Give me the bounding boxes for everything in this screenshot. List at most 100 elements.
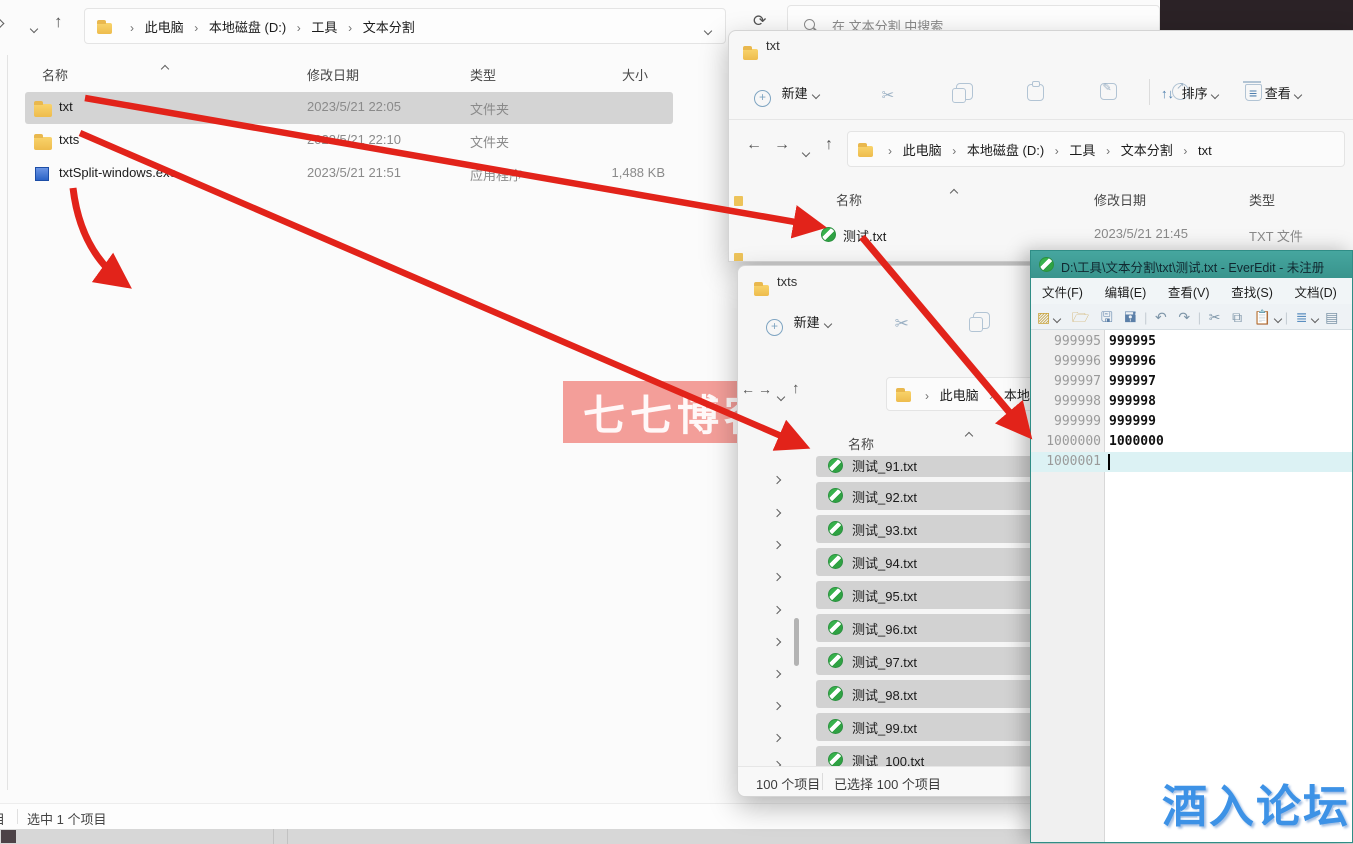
- column-header-date[interactable]: 修改日期: [307, 65, 359, 84]
- breadcrumb-item[interactable]: 此电脑: [903, 143, 942, 158]
- navpane-divider[interactable]: [7, 55, 8, 790]
- window-tab-title[interactable]: txts: [777, 274, 797, 289]
- taskbar-app-icon[interactable]: [1, 830, 16, 843]
- file-row[interactable]: txt 2023/5/21 22:05 文件夹: [25, 92, 673, 124]
- menu-view[interactable]: 查看(V): [1159, 278, 1219, 305]
- column-header-date[interactable]: 修改日期: [1094, 190, 1146, 209]
- history-chevron-icon[interactable]: [31, 20, 37, 35]
- save-all-icon[interactable]: 🖬: [1124, 309, 1136, 325]
- breadcrumb-item[interactable]: 本地磁盘 (D:): [967, 143, 1044, 158]
- forward-icon[interactable]: →: [758, 381, 772, 397]
- column-header-type[interactable]: 类型: [1249, 190, 1275, 209]
- undo-icon[interactable]: ↶: [1155, 309, 1167, 325]
- column-header-name[interactable]: 名称: [836, 190, 862, 209]
- tree-expander-icon[interactable]: [774, 729, 780, 744]
- column-header-name[interactable]: 名称: [42, 65, 68, 84]
- everedit-titlebar[interactable]: D:\工具\文本分割\txt\测试.txt - EverEdit - 未注册: [1031, 251, 1353, 278]
- cut-icon[interactable]: ✂: [882, 86, 899, 103]
- paste-icon[interactable]: [1027, 84, 1044, 101]
- list-mode-icon[interactable]: ≣: [1296, 309, 1308, 325]
- everedit-title: D:\工具\文本分割\txt\测试.txt - EverEdit - 未注册: [1061, 257, 1324, 276]
- address-dropdown-icon[interactable]: [705, 22, 711, 37]
- breadcrumb-item[interactable]: txt: [1198, 143, 1212, 158]
- breadcrumb-item[interactable]: 本地: [1004, 388, 1030, 403]
- file-row[interactable]: 测试_97.txt: [816, 647, 1038, 675]
- tree-expander-icon[interactable]: [774, 536, 780, 551]
- file-row[interactable]: 测试.txt 2023/5/21 21:45 TXT 文件: [814, 221, 1353, 251]
- menu-document[interactable]: 文档(D): [1285, 278, 1345, 305]
- column-header-name[interactable]: 名称: [848, 434, 874, 453]
- file-row[interactable]: 测试_92.txt: [816, 482, 1038, 510]
- column-header-type[interactable]: 类型: [470, 65, 496, 84]
- cut-icon[interactable]: ✂: [895, 314, 912, 331]
- tree-expander-icon[interactable]: [774, 697, 780, 712]
- column-header-size[interactable]: 大小: [622, 65, 648, 84]
- tree-expander-icon[interactable]: [774, 601, 780, 616]
- breadcrumb-item[interactable]: 本地磁盘 (D:): [209, 20, 286, 35]
- forward-icon[interactable]: [0, 14, 3, 32]
- file-row[interactable]: 测试_98.txt: [816, 680, 1038, 708]
- breadcrumb-item[interactable]: 工具: [311, 20, 337, 35]
- file-row[interactable]: 测试_93.txt: [816, 515, 1038, 543]
- menu-edit[interactable]: 编辑(E): [1096, 278, 1156, 305]
- address-bar[interactable]: › 此电脑 › 本地磁盘 (D:) › 工具 › 文本分割 › txt: [847, 131, 1345, 167]
- redo-icon[interactable]: ↷: [1178, 309, 1190, 325]
- refresh-icon[interactable]: ⟳: [753, 11, 766, 31]
- open-file-icon[interactable]: 🗁: [1072, 309, 1089, 325]
- rename-icon[interactable]: ✎: [1100, 83, 1117, 100]
- copy-icon[interactable]: ⧉: [1232, 309, 1242, 325]
- folder-icon: [896, 391, 911, 402]
- file-row[interactable]: 测试_96.txt: [816, 614, 1038, 642]
- chevron-down-icon: [811, 91, 819, 99]
- address-bar[interactable]: › 此电脑 › 本地磁盘 (D:) › 工具 › 文本分割: [84, 8, 726, 44]
- panel-icon[interactable]: ▤: [1325, 309, 1338, 325]
- history-chevron-icon[interactable]: [803, 144, 809, 159]
- cut-icon[interactable]: ✂: [1209, 309, 1221, 325]
- tree-expander-icon[interactable]: [774, 504, 780, 519]
- paste-icon[interactable]: 📋: [1254, 309, 1271, 325]
- desktop-wallpaper-corner: [1160, 0, 1353, 34]
- breadcrumb-item[interactable]: 此电脑: [145, 20, 184, 35]
- sort-button[interactable]: ↑↓ 排序: [1161, 83, 1218, 102]
- copy-icon[interactable]: [973, 312, 990, 329]
- file-row[interactable]: 测试_94.txt: [816, 548, 1038, 576]
- file-row[interactable]: txts 2023/5/21 22:10 文件夹: [25, 125, 673, 157]
- file-row[interactable]: 测试_91.txt: [816, 456, 1038, 477]
- breadcrumb-item[interactable]: 此电脑: [940, 388, 979, 403]
- back-icon[interactable]: ←: [741, 381, 755, 397]
- back-icon[interactable]: ←: [746, 136, 762, 154]
- everedit-app-icon: [1039, 257, 1054, 272]
- window-tab-title[interactable]: txt: [766, 38, 780, 53]
- menu-file[interactable]: 文件(F): [1033, 278, 1092, 305]
- file-row[interactable]: 测试_95.txt: [816, 581, 1038, 609]
- new-button[interactable]: + 新建: [754, 83, 819, 107]
- tree-expander-icon[interactable]: [774, 568, 780, 583]
- file-type: TXT 文件: [1249, 226, 1303, 245]
- file-row[interactable]: 测试_99.txt: [816, 713, 1038, 741]
- tree-expander-icon[interactable]: [774, 665, 780, 680]
- breadcrumb-item[interactable]: 文本分割: [363, 20, 415, 35]
- breadcrumb-item[interactable]: 文本分割: [1121, 143, 1173, 158]
- up-arrow-icon[interactable]: ↑: [54, 12, 63, 32]
- up-arrow-icon[interactable]: ↑: [825, 136, 833, 154]
- menu-search[interactable]: 查找(S): [1222, 278, 1282, 305]
- new-file-icon[interactable]: ▨: [1037, 309, 1050, 325]
- address-bar[interactable]: › 此电脑 › 本地: [886, 377, 1039, 411]
- tree-expander-icon[interactable]: [774, 471, 780, 486]
- menu-project[interactable]: 工程: [1349, 278, 1353, 305]
- everedit-editor[interactable]: 999995 999995 999996 999996 999997 99999…: [1031, 330, 1353, 843]
- save-icon[interactable]: 🖫: [1101, 309, 1113, 325]
- status-divider: [822, 773, 823, 790]
- history-chevron-icon[interactable]: [778, 388, 784, 403]
- forward-icon[interactable]: →: [774, 136, 790, 154]
- up-arrow-icon[interactable]: ↑: [792, 380, 800, 397]
- copy-icon[interactable]: [956, 83, 973, 100]
- view-button[interactable]: ≡ 查看: [1249, 83, 1301, 102]
- file-type: 文件夹: [470, 99, 509, 118]
- line-text: 999996: [1109, 354, 1156, 369]
- file-row[interactable]: txtSplit-windows.exe 2023/5/21 21:51 应用程…: [25, 158, 673, 190]
- breadcrumb-item[interactable]: 工具: [1069, 143, 1095, 158]
- tree-scrollbar-thumb[interactable]: [794, 618, 799, 666]
- new-button[interactable]: + 新建: [766, 312, 831, 336]
- tree-expander-icon[interactable]: [774, 633, 780, 648]
